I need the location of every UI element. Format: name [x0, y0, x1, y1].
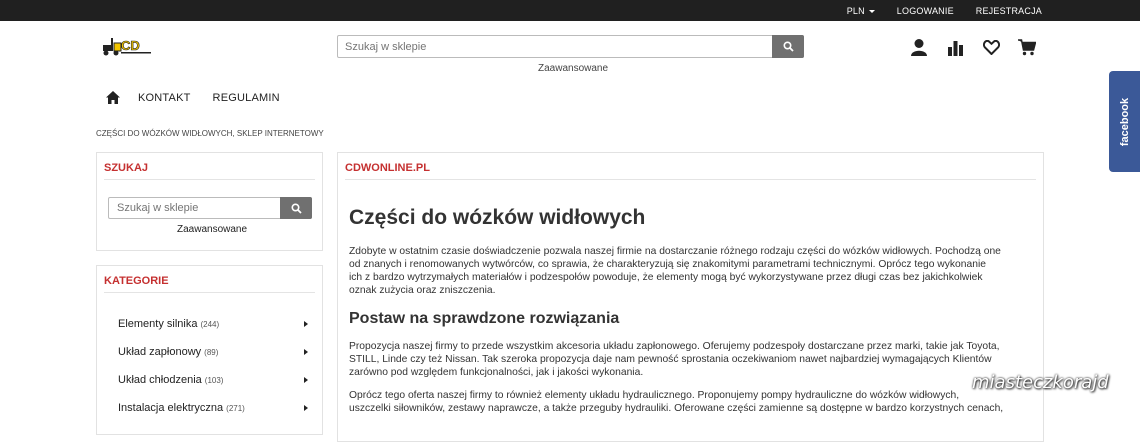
category-label: Układ zapłonowy: [118, 346, 202, 358]
text-line: Oprócz tego oferta naszej firmy to równi…: [349, 390, 960, 401]
main-content: CDWONLINE.PL Części do wózków widłowych …: [337, 152, 1044, 442]
category-item[interactable]: Elementy silnika (244): [118, 318, 308, 330]
bar-chart-icon[interactable]: [944, 36, 966, 58]
sidebar-search-title: SZUKAJ: [104, 162, 149, 174]
category-count: (89): [204, 348, 219, 357]
category-item[interactable]: Układ chłodzenia (103): [118, 374, 308, 386]
category-item[interactable]: Instalacja elektryczna (271): [118, 402, 308, 414]
svg-text:CD: CD: [121, 38, 140, 53]
nav-contact[interactable]: KONTAKT: [138, 92, 191, 104]
sidebar-search-input[interactable]: [109, 198, 277, 218]
sidebar-search-box: SZUKAJ Zaawansowane: [96, 152, 323, 251]
sidebar-categories-box: KATEGORIE Elementy silnika (244) Układ za…: [96, 265, 323, 435]
text-line: oznak zużycia oraz zniszczenia.: [349, 285, 496, 296]
categories-title: KATEGORIE: [104, 275, 169, 287]
chevron-right-icon: [304, 349, 308, 355]
divider: [345, 179, 1036, 180]
sidebar-search-button[interactable]: [280, 197, 312, 219]
header-icons: [908, 36, 1052, 58]
facebook-label: facebook: [1118, 97, 1131, 146]
text-line: STILL, Linde czy też Nissan. Tak szeroka…: [349, 354, 992, 365]
user-icon[interactable]: [908, 36, 930, 58]
category-item[interactable]: Układ zapłonowy (89): [118, 346, 308, 358]
search-icon: [782, 41, 794, 52]
advanced-search-link[interactable]: Zaawansowane: [538, 63, 608, 74]
main-nav: KONTAKT REGULAMIN: [106, 91, 302, 104]
divider: [104, 292, 315, 293]
divider: [104, 179, 315, 180]
section-heading: Postaw na sprawdzone rozwiązania: [349, 310, 620, 327]
caret-down-icon: [868, 9, 875, 13]
chevron-right-icon: [304, 377, 308, 383]
category-count: (244): [200, 320, 220, 329]
text-line: uszczelki siłowników, zestawy naprawcze,…: [349, 403, 1004, 414]
category-label: Instalacja elektryczna: [118, 402, 224, 414]
watermark: miasteczkorajd: [972, 372, 1109, 393]
header-search-input[interactable]: [338, 36, 768, 57]
category-label: Elementy silnika: [118, 318, 198, 330]
nav-terms[interactable]: REGULAMIN: [213, 92, 280, 104]
page-title: Części do wózków widłowych: [349, 206, 646, 229]
search-icon: [290, 202, 302, 214]
sidebar-search: [108, 197, 312, 219]
heart-icon[interactable]: [980, 36, 1002, 58]
currency-selector[interactable]: PLN: [847, 6, 875, 16]
paragraph-intro: Zdobyte w ostatnim czasie doświadczenie …: [349, 245, 1029, 297]
breadcrumb: CZĘŚCI DO WÓZKÓW WIDŁOWYCH, SKLEP INTERN…: [96, 129, 324, 138]
text-line: od znanych i renomowanych wytwórców, co …: [349, 259, 986, 270]
text-line: ich z bardzo wytrzymałych materiałów i p…: [349, 272, 983, 283]
text-line: zarówno pod względem funkcjonalności, ja…: [349, 367, 644, 378]
category-count: (103): [204, 376, 224, 385]
header-search-button[interactable]: [772, 35, 804, 58]
home-icon[interactable]: [106, 91, 120, 104]
facebook-tab[interactable]: facebook: [1109, 71, 1140, 172]
chevron-right-icon: [304, 321, 308, 327]
category-count: (271): [226, 404, 245, 413]
sidebar-advanced-link[interactable]: Zaawansowane: [177, 224, 247, 235]
logo[interactable]: CD: [102, 35, 154, 57]
chevron-right-icon: [304, 405, 308, 411]
text-line: Propozycja naszej firmy to przede wszyst…: [349, 341, 1000, 352]
header-search: [337, 35, 804, 58]
register-link[interactable]: REJESTRACJA: [976, 6, 1042, 16]
paragraph-solutions: Propozycja naszej firmy to przede wszyst…: [349, 340, 1029, 379]
category-label: Układ chłodzenia: [118, 374, 202, 386]
paragraph-hydraulics: Oprócz tego oferta naszej firmy to równi…: [349, 389, 1029, 415]
top-bar: PLN LOGOWANIE REJESTRACJA: [0, 0, 1140, 21]
login-link[interactable]: LOGOWANIE: [897, 6, 954, 16]
cart-icon[interactable]: [1016, 36, 1038, 58]
content-header: CDWONLINE.PL: [345, 162, 430, 174]
text-line: Zdobyte w ostatnim czasie doświadczenie …: [349, 246, 1001, 257]
